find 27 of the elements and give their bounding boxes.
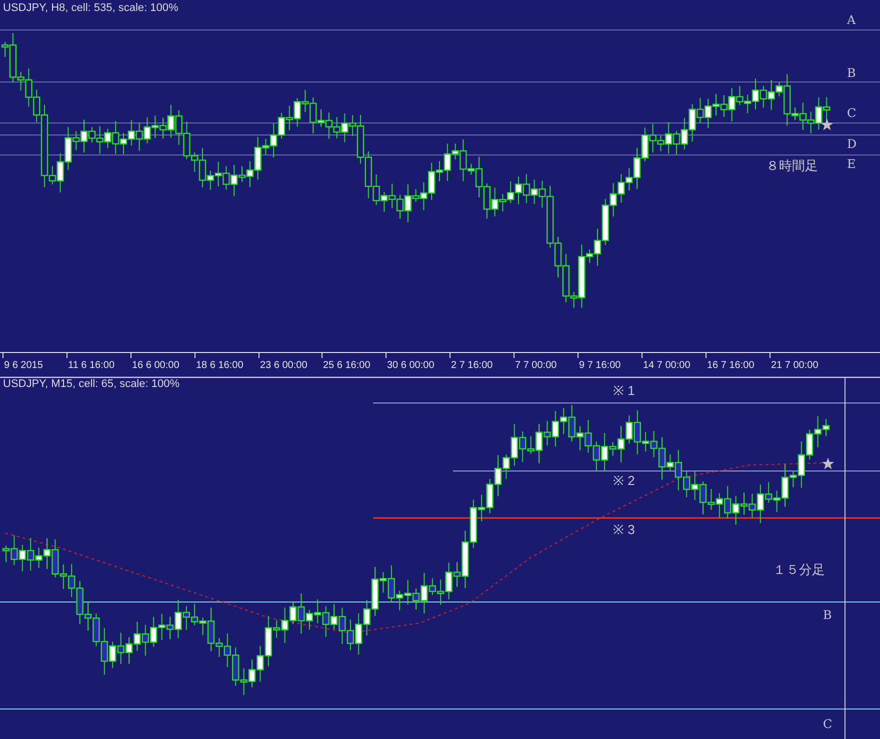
level-label: C	[847, 106, 856, 120]
level-label: A	[847, 13, 856, 27]
axis-label: 9 6 2015	[4, 360, 43, 371]
level-label: C	[823, 717, 832, 731]
axis-label: 16 6 00:00	[132, 360, 180, 371]
axis-label: 16 7 16:00	[707, 360, 754, 371]
axis-label: 21 7 00:00	[771, 360, 818, 371]
level-label: D	[847, 137, 857, 151]
timeframe-caption: ８時間足	[766, 158, 818, 173]
chart-title: USDJPY, H8, cell: 535, scale: 100%	[3, 2, 178, 14]
axis-label: 30 6 00:00	[387, 360, 434, 371]
axis-label: 2 7 16:00	[451, 360, 493, 371]
axis-label: 23 6 00:00	[260, 360, 308, 371]
axis-label: 14 7 00:00	[643, 360, 690, 371]
timeframe-caption: １５分足	[773, 562, 825, 577]
axis-label: 18 6 16:00	[196, 360, 244, 371]
note-label: ※ 2	[613, 473, 635, 488]
note-label: ※ 1	[613, 383, 635, 398]
axis-label: 25 6 16:00	[323, 360, 370, 371]
level-label: E	[847, 157, 856, 171]
level-label: B	[847, 66, 856, 80]
chart-title: USDJPY, M15, cell: 65, scale: 100%	[3, 378, 180, 390]
axis-label: 7 7 00:00	[515, 360, 557, 371]
axis-label: 11 6 16:00	[68, 360, 115, 371]
level-label: B	[823, 608, 832, 622]
axis-label: 9 7 16:00	[579, 360, 621, 371]
note-label: ※ 3	[613, 522, 635, 537]
